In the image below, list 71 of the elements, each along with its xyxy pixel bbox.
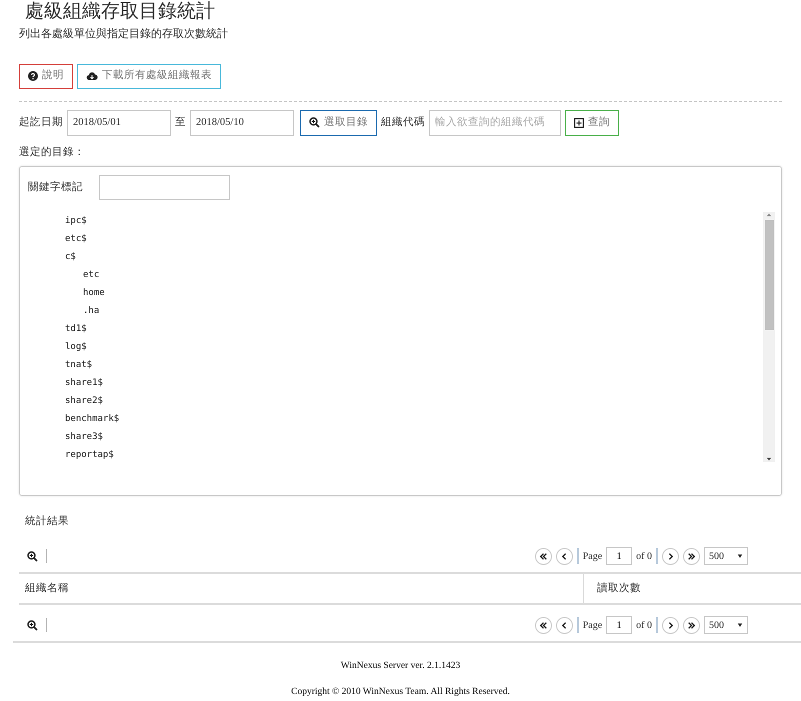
tree-item[interactable]: c$ bbox=[65, 248, 763, 266]
end-date-field[interactable]: 2018/05/10 bbox=[190, 110, 294, 136]
tree-item[interactable]: benchmark$ bbox=[65, 410, 763, 428]
zoom-in-icon bbox=[309, 117, 320, 128]
last-page-button[interactable] bbox=[683, 616, 700, 634]
next-page-button[interactable] bbox=[662, 616, 679, 634]
previous-page-button[interactable] bbox=[556, 548, 573, 564]
start-date-field[interactable]: 2018/05/01 bbox=[67, 110, 171, 136]
tree-item[interactable]: ipc$ bbox=[65, 212, 763, 230]
results-title: 統計結果 bbox=[25, 514, 70, 530]
org-code-field[interactable]: 輸入欲查詢的組織代碼 bbox=[429, 110, 561, 136]
tree-item[interactable]: tnat$ bbox=[65, 356, 763, 374]
page-label: Page bbox=[582, 618, 602, 632]
tree-item[interactable]: etc$ bbox=[65, 230, 763, 248]
zoom-in-button[interactable] bbox=[27, 550, 38, 562]
to-label: 至 bbox=[175, 114, 186, 130]
dropdown-caret-icon bbox=[737, 622, 743, 628]
page-number-field[interactable]: 1 bbox=[606, 547, 632, 565]
zoom-in-button[interactable] bbox=[27, 620, 38, 630]
page-count: of 0 bbox=[636, 550, 652, 564]
tree-item[interactable]: home bbox=[83, 284, 763, 302]
version-text: WinNexus Server ver. 2.1.1423 bbox=[340, 660, 462, 673]
scroll-down-icon bbox=[766, 456, 772, 462]
page-count: of 0 bbox=[636, 618, 652, 632]
page-size-select[interactable]: 500 bbox=[704, 616, 748, 634]
download-button[interactable]: 下載所有處級組織報表 bbox=[77, 64, 221, 88]
tree-item[interactable]: share3$ bbox=[65, 428, 763, 446]
tree-item[interactable]: reportap$ bbox=[65, 446, 763, 464]
scroll-up-icon bbox=[766, 212, 772, 218]
first-page-button[interactable] bbox=[534, 548, 552, 564]
page-label: Page bbox=[582, 550, 602, 564]
help-button[interactable]: 說明 bbox=[19, 64, 73, 88]
dropdown-caret-icon bbox=[737, 553, 743, 559]
scrollbar[interactable] bbox=[763, 212, 775, 462]
keyword-label: 關鍵字標記 bbox=[28, 180, 83, 195]
last-page-icon bbox=[687, 552, 696, 560]
tree-item[interactable]: share2$ bbox=[65, 392, 763, 410]
previous-page-icon bbox=[560, 620, 569, 630]
selected-directory-label: 選定的目錄： bbox=[19, 144, 86, 160]
tree-item[interactable]: share1$ bbox=[65, 374, 763, 392]
tree-item[interactable]: etc bbox=[83, 266, 763, 284]
tree-item[interactable]: .ha bbox=[83, 302, 763, 320]
page-subtitle: 列出各處級單位與指定目錄的存取次數統計 bbox=[19, 26, 229, 42]
page-size-select[interactable]: 500 bbox=[704, 547, 748, 565]
select-directory-button[interactable]: 選取目錄 bbox=[300, 110, 377, 136]
page-number-field[interactable]: 1 bbox=[606, 616, 632, 634]
first-page-icon bbox=[538, 620, 548, 630]
column-header: 讀取次數 bbox=[596, 580, 642, 596]
next-page-icon bbox=[666, 552, 675, 560]
cloud-download-icon bbox=[86, 70, 98, 82]
previous-page-icon bbox=[560, 552, 569, 560]
next-page-icon bbox=[666, 620, 675, 630]
first-page-button[interactable] bbox=[534, 616, 552, 634]
first-page-icon bbox=[538, 552, 548, 560]
column-header: 組織名稱 bbox=[19, 574, 584, 603]
zoom-in-icon bbox=[27, 550, 38, 562]
page-title: 處級組織存取目錄統計 bbox=[25, 0, 216, 22]
last-page-button[interactable] bbox=[683, 548, 700, 564]
keyword-field[interactable] bbox=[99, 175, 230, 200]
last-page-icon bbox=[687, 620, 696, 630]
date-label: 起訖日期 bbox=[19, 114, 63, 130]
tree-item[interactable]: td1$ bbox=[65, 320, 763, 338]
plus-square-icon bbox=[574, 118, 584, 128]
copyright-text: Copyright © 2010 WinNexus Team. All Rights Reserved. bbox=[290, 686, 511, 700]
zoom-in-icon bbox=[27, 620, 38, 630]
org-code-label: 組織代碼 bbox=[381, 114, 425, 130]
help-icon bbox=[28, 71, 38, 81]
query-button[interactable]: 查詢 bbox=[565, 110, 619, 136]
next-page-button[interactable] bbox=[662, 548, 679, 564]
tree-item[interactable]: log$ bbox=[65, 338, 763, 356]
previous-page-button[interactable] bbox=[556, 616, 573, 634]
